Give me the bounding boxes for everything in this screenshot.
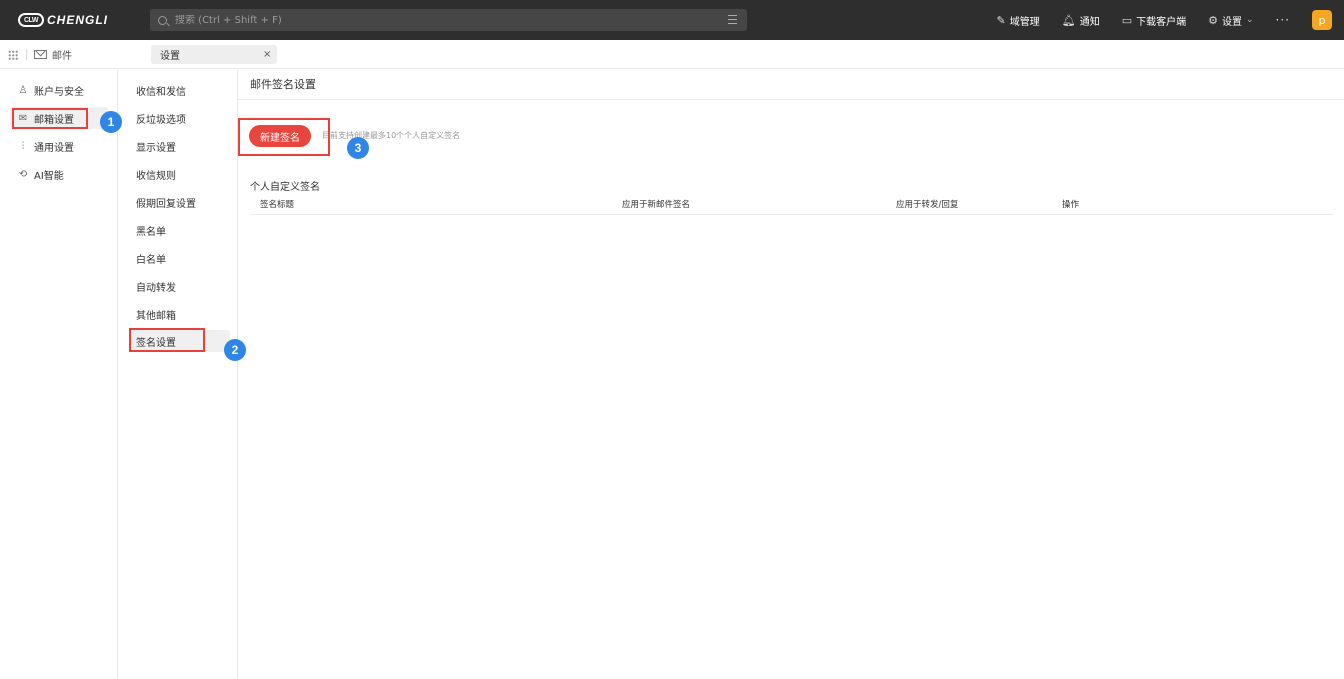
pen-icon: ✎ xyxy=(996,13,1006,27)
download-client-button[interactable]: ▭ 下载客户端 xyxy=(1122,13,1186,28)
step-badge-2: 2 xyxy=(224,339,246,361)
divider xyxy=(26,49,27,60)
domain-manage-button[interactable]: ✎ 域管理 xyxy=(997,13,1040,28)
notify-button[interactable]: 🔔︎ 通知 xyxy=(1062,13,1100,28)
logo-text: CHENGLI xyxy=(47,13,108,27)
apps-grid-icon[interactable] xyxy=(8,50,18,60)
sidebar-item-label: 通用设置 xyxy=(34,142,74,154)
signature-limit-hint: 目前支持创建最多10个个人自定义签名 xyxy=(322,131,461,140)
mail-icon xyxy=(34,50,47,59)
download-client-label: 下载客户端 xyxy=(1136,16,1187,28)
chevron-down-icon: ⌄ xyxy=(1246,15,1254,25)
sliders-icon: ⫶ xyxy=(21,140,25,152)
tab-mail[interactable]: 邮件 xyxy=(34,47,72,62)
highlight-box-1 xyxy=(12,108,88,129)
top-bar: CLW CHENGLI ✎ 域管理 🔔︎ 通知 ▭ 下载客户端 ⚙ 设置 ⌄ ·… xyxy=(0,0,1344,40)
search-icon xyxy=(158,15,167,25)
subnav-item[interactable]: 黑名单 xyxy=(130,219,228,241)
table-divider xyxy=(250,214,1333,215)
avatar[interactable]: p xyxy=(1312,10,1332,30)
more-button[interactable]: ··· xyxy=(1276,13,1290,27)
sidebar-item-label: AI智能 xyxy=(34,170,64,182)
column-header-title: 签名标题 xyxy=(260,200,295,210)
sidebar-item-label: 账户与安全 xyxy=(34,86,84,98)
settings-label: 设置 xyxy=(1222,16,1242,28)
sidebar-item-account-security[interactable]: ♙ 账户与安全 xyxy=(10,79,108,101)
tab-bar: 邮件 设置 × xyxy=(0,40,1344,69)
monitor-icon: ▭ xyxy=(1121,13,1133,27)
logo-mark: CLW xyxy=(18,13,44,27)
divider xyxy=(238,99,1344,100)
tab-settings[interactable]: 设置 × xyxy=(151,45,277,64)
step-badge-3: 3 xyxy=(347,137,369,159)
highlight-box-2 xyxy=(129,328,205,352)
subnav-item[interactable]: 收信和发信 xyxy=(130,79,228,101)
notify-label: 通知 xyxy=(1079,16,1100,28)
subnav-item[interactable]: 反垃圾选项 xyxy=(130,107,228,129)
page-title: 邮件签名设置 xyxy=(250,78,316,91)
subnav-item[interactable]: 收信规则 xyxy=(130,163,228,185)
column-header-new-mail: 应用于新邮件签名 xyxy=(622,200,691,210)
settings-menu-button[interactable]: ⚙ 设置 ⌄ xyxy=(1208,13,1253,28)
app-logo[interactable]: CLW CHENGLI xyxy=(18,12,108,28)
search-bar[interactable] xyxy=(150,9,747,31)
secondary-sidebar: 收信和发信 反垃圾选项 显示设置 收信规则 假期回复设置 黑名单 白名单 自动转… xyxy=(118,70,238,679)
subnav-item[interactable]: 其他邮箱 xyxy=(130,303,228,325)
column-header-forward-reply: 应用于转发/回复 xyxy=(896,200,959,210)
top-actions: ✎ 域管理 🔔︎ 通知 ▭ 下载客户端 ⚙ 设置 ⌄ ··· p xyxy=(997,0,1332,40)
sidebar-item-ai[interactable]: ⟲ AI智能 xyxy=(10,163,108,185)
search-input[interactable] xyxy=(175,14,715,26)
gear-icon: ⚙ xyxy=(1208,13,1218,27)
subnav-item[interactable]: 自动转发 xyxy=(130,275,228,297)
sidebar-item-general-settings[interactable]: ⫶ 通用设置 xyxy=(10,135,108,157)
close-icon[interactable]: × xyxy=(263,49,271,60)
section-title: 个人自定义签名 xyxy=(250,182,320,193)
primary-sidebar: ♙ 账户与安全 ✉ 邮箱设置 ⫶ 通用设置 ⟲ AI智能 xyxy=(0,70,118,679)
column-header-actions: 操作 xyxy=(1062,200,1080,210)
subnav-item[interactable]: 白名单 xyxy=(130,247,228,269)
tab-mail-label: 邮件 xyxy=(52,51,72,62)
bell-icon: 🔔︎ xyxy=(1061,13,1076,27)
step-badge-1: 1 xyxy=(100,111,122,133)
domain-manage-label: 域管理 xyxy=(1009,16,1040,28)
user-icon: ♙ xyxy=(18,84,28,96)
subnav-item[interactable]: 假期回复设置 xyxy=(130,191,228,213)
highlight-box-3 xyxy=(238,118,330,156)
subnav-item[interactable]: 显示设置 xyxy=(130,135,228,157)
ai-icon: ⟲ xyxy=(18,168,28,180)
filter-icon[interactable] xyxy=(728,15,737,24)
tab-settings-label: 设置 xyxy=(160,51,180,62)
